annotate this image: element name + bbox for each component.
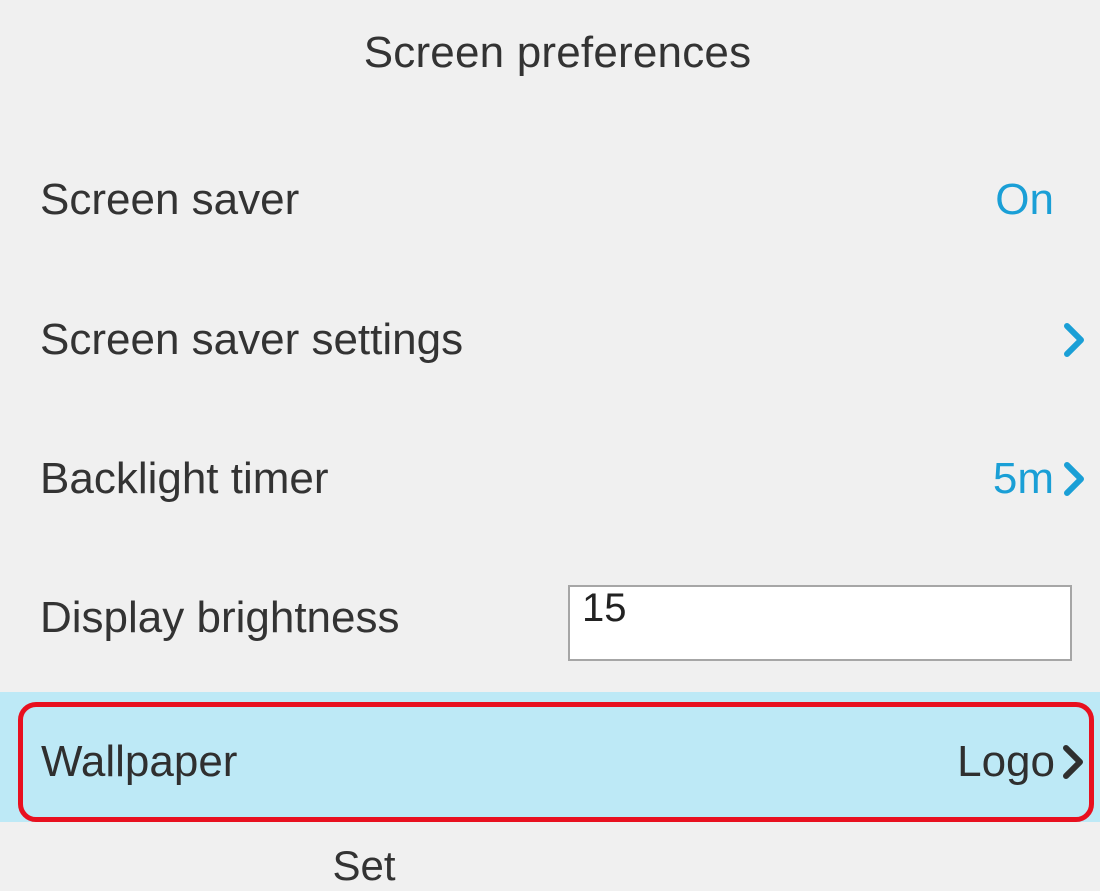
- wallpaper-value: Logo: [957, 737, 1055, 786]
- screen-saver-value: On: [995, 175, 1054, 224]
- backlight-timer-label: Backlight timer: [40, 454, 329, 503]
- phone-screen: Screen preferences Screen saver On Scree…: [0, 0, 1100, 891]
- chevron-right-icon: [1064, 462, 1084, 496]
- display-brightness-input[interactable]: [568, 585, 1072, 661]
- menu-item-screen-saver[interactable]: Screen saver On: [0, 145, 1100, 255]
- menu-item-screen-saver-settings[interactable]: Screen saver settings: [0, 285, 1100, 395]
- display-brightness-label: Display brightness: [40, 593, 400, 642]
- chevron-right-icon: [1063, 745, 1083, 779]
- screen-saver-settings-label: Screen saver settings: [40, 315, 464, 364]
- set-softkey[interactable]: Set: [324, 842, 404, 890]
- menu-item-display-brightness[interactable]: Display brightness: [0, 563, 1100, 673]
- screen-saver-label: Screen saver: [40, 175, 300, 224]
- wallpaper-label: Wallpaper: [41, 737, 238, 786]
- chevron-right-icon: [1064, 323, 1084, 357]
- backlight-timer-value: 5m: [992, 454, 1054, 503]
- page-title: Screen preferences: [363, 28, 752, 77]
- menu-item-wallpaper[interactable]: Wallpaper Logo: [18, 702, 1094, 822]
- menu-item-backlight-timer[interactable]: Backlight timer 5m: [0, 424, 1100, 534]
